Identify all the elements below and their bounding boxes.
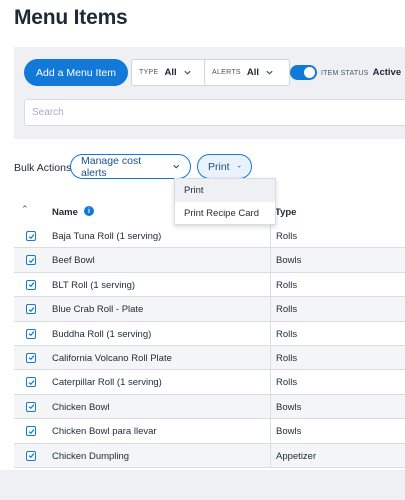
column-divider bbox=[270, 321, 271, 345]
manage-cost-alerts-label: Manage cost alerts bbox=[81, 154, 142, 179]
item-type: Rolls bbox=[276, 231, 298, 242]
menu-items-table: ⌃ Name i Type Baja Tuna Roll (1 serving)… bbox=[14, 200, 405, 468]
column-divider bbox=[270, 370, 271, 394]
table-row[interactable]: Beef Bowl Bowls bbox=[14, 248, 405, 273]
item-type: Bowls bbox=[276, 255, 302, 267]
item-type: Rolls bbox=[276, 377, 298, 389]
chevron-down-icon bbox=[184, 70, 191, 75]
alerts-filter-value: All bbox=[246, 67, 260, 78]
item-type: Appetizer bbox=[276, 450, 317, 462]
menu-item-print-recipe-card[interactable]: Print Recipe Card bbox=[175, 202, 275, 225]
table-row[interactable]: Blue Crab Roll - Plate Rolls bbox=[14, 297, 405, 322]
table-row[interactable]: Chicken Bowl para llevar Bowls bbox=[14, 419, 405, 444]
alerts-filter-select[interactable]: ALERTS All bbox=[204, 59, 290, 86]
row-checkbox[interactable] bbox=[26, 377, 36, 388]
item-type: Bowls bbox=[276, 426, 302, 438]
column-divider bbox=[270, 297, 271, 321]
item-name[interactable]: Buddha Roll (1 serving) bbox=[52, 329, 151, 340]
row-checkbox[interactable] bbox=[26, 426, 36, 437]
chevron-down-icon bbox=[266, 70, 273, 75]
row-checkbox[interactable] bbox=[26, 279, 36, 290]
item-status-toggle[interactable] bbox=[290, 65, 317, 80]
check-icon bbox=[28, 355, 34, 361]
item-name[interactable]: Caterpillar Roll (1 serving) bbox=[52, 377, 162, 388]
column-divider bbox=[270, 272, 271, 297]
item-name[interactable]: Blue Crab Roll - Plate bbox=[52, 304, 143, 315]
row-checkbox[interactable] bbox=[26, 255, 36, 266]
page-title: Menu Items bbox=[14, 6, 128, 29]
check-icon bbox=[28, 331, 34, 337]
column-divider bbox=[270, 443, 271, 467]
item-name[interactable]: Beef Bowl bbox=[52, 255, 95, 266]
column-divider bbox=[270, 224, 271, 248]
row-checkbox[interactable] bbox=[26, 352, 36, 363]
check-icon bbox=[28, 282, 34, 288]
table-row[interactable]: Baja Tuna Roll (1 serving) Rolls bbox=[14, 224, 405, 249]
table-row[interactable]: Chicken Dumpling Appetizer bbox=[14, 443, 405, 468]
item-status-label: ITEM STATUS Active bbox=[321, 67, 401, 78]
column-divider bbox=[270, 345, 271, 370]
page-edge bbox=[0, 470, 405, 500]
print-dropdown-menu: Print Print Recipe Card bbox=[174, 178, 276, 225]
item-type: Bowls bbox=[276, 401, 302, 413]
item-type: Rolls bbox=[276, 304, 298, 316]
manage-cost-alerts-button[interactable]: Manage cost alerts bbox=[70, 154, 191, 179]
item-type: Rolls bbox=[276, 352, 298, 364]
row-checkbox[interactable] bbox=[26, 231, 36, 241]
toggle-knob bbox=[304, 67, 315, 78]
table-row[interactable]: Chicken Bowl Bowls bbox=[14, 394, 405, 420]
column-divider bbox=[270, 394, 271, 419]
table-body: Baja Tuna Roll (1 serving) Rolls Beef Bowl… bbox=[14, 224, 405, 468]
table-row[interactable]: Caterpillar Roll (1 serving) Rolls bbox=[14, 370, 405, 395]
type-column-header[interactable]: Type bbox=[275, 207, 296, 218]
check-icon bbox=[28, 404, 34, 410]
item-name[interactable]: Baja Tuna Roll (1 serving) bbox=[52, 231, 161, 242]
search-input[interactable] bbox=[24, 99, 405, 126]
print-button[interactable]: Print bbox=[197, 154, 252, 179]
sort-caret-icon[interactable]: ⌃ bbox=[21, 204, 29, 215]
item-status-value: Active bbox=[372, 67, 402, 78]
print-label: Print bbox=[208, 160, 230, 173]
table-row[interactable]: California Volcano Roll Plate Rolls bbox=[14, 345, 405, 371]
item-type: Rolls bbox=[276, 279, 298, 291]
info-icon[interactable]: i bbox=[84, 206, 94, 216]
table-row[interactable]: Buddha Roll (1 serving) Rolls bbox=[14, 321, 405, 346]
type-filter-label: TYPE bbox=[139, 69, 159, 76]
check-icon bbox=[28, 453, 34, 459]
row-checkbox[interactable] bbox=[26, 328, 36, 339]
row-checkbox[interactable] bbox=[26, 450, 36, 461]
check-icon bbox=[28, 233, 34, 239]
alerts-filter-label: ALERTS bbox=[212, 69, 241, 76]
add-menu-item-button[interactable]: Add a Menu Item bbox=[24, 59, 128, 86]
item-status-caption: ITEM STATUS bbox=[321, 70, 369, 77]
column-divider bbox=[270, 248, 271, 272]
check-icon bbox=[28, 258, 34, 264]
row-checkbox[interactable] bbox=[26, 304, 36, 315]
filter-panel: Add a Menu Item TYPE All ALERTS All ITEM… bbox=[14, 47, 405, 139]
check-icon bbox=[28, 428, 34, 434]
check-icon bbox=[28, 380, 34, 385]
type-filter-select[interactable]: TYPE All bbox=[131, 59, 213, 86]
item-type: Rolls bbox=[276, 328, 298, 340]
menu-item-print[interactable]: Print bbox=[175, 179, 275, 202]
name-column-header[interactable]: Name bbox=[52, 207, 78, 218]
chevron-down-icon bbox=[237, 165, 241, 168]
row-checkbox[interactable] bbox=[26, 401, 36, 412]
item-name[interactable]: California Volcano Roll Plate bbox=[52, 353, 172, 364]
item-name[interactable]: Chicken Dumpling bbox=[52, 451, 129, 462]
chevron-down-icon bbox=[172, 164, 179, 169]
column-divider bbox=[270, 419, 271, 443]
item-name[interactable]: Chicken Bowl para llevar bbox=[52, 426, 157, 437]
item-name[interactable]: Chicken Bowl bbox=[52, 402, 110, 413]
item-name[interactable]: BLT Roll (1 serving) bbox=[52, 280, 135, 291]
table-row[interactable]: BLT Roll (1 serving) Rolls bbox=[14, 272, 405, 298]
type-filter-value: All bbox=[164, 67, 177, 78]
check-icon bbox=[28, 306, 34, 312]
bulk-actions-label: Bulk Actions bbox=[14, 162, 72, 174]
